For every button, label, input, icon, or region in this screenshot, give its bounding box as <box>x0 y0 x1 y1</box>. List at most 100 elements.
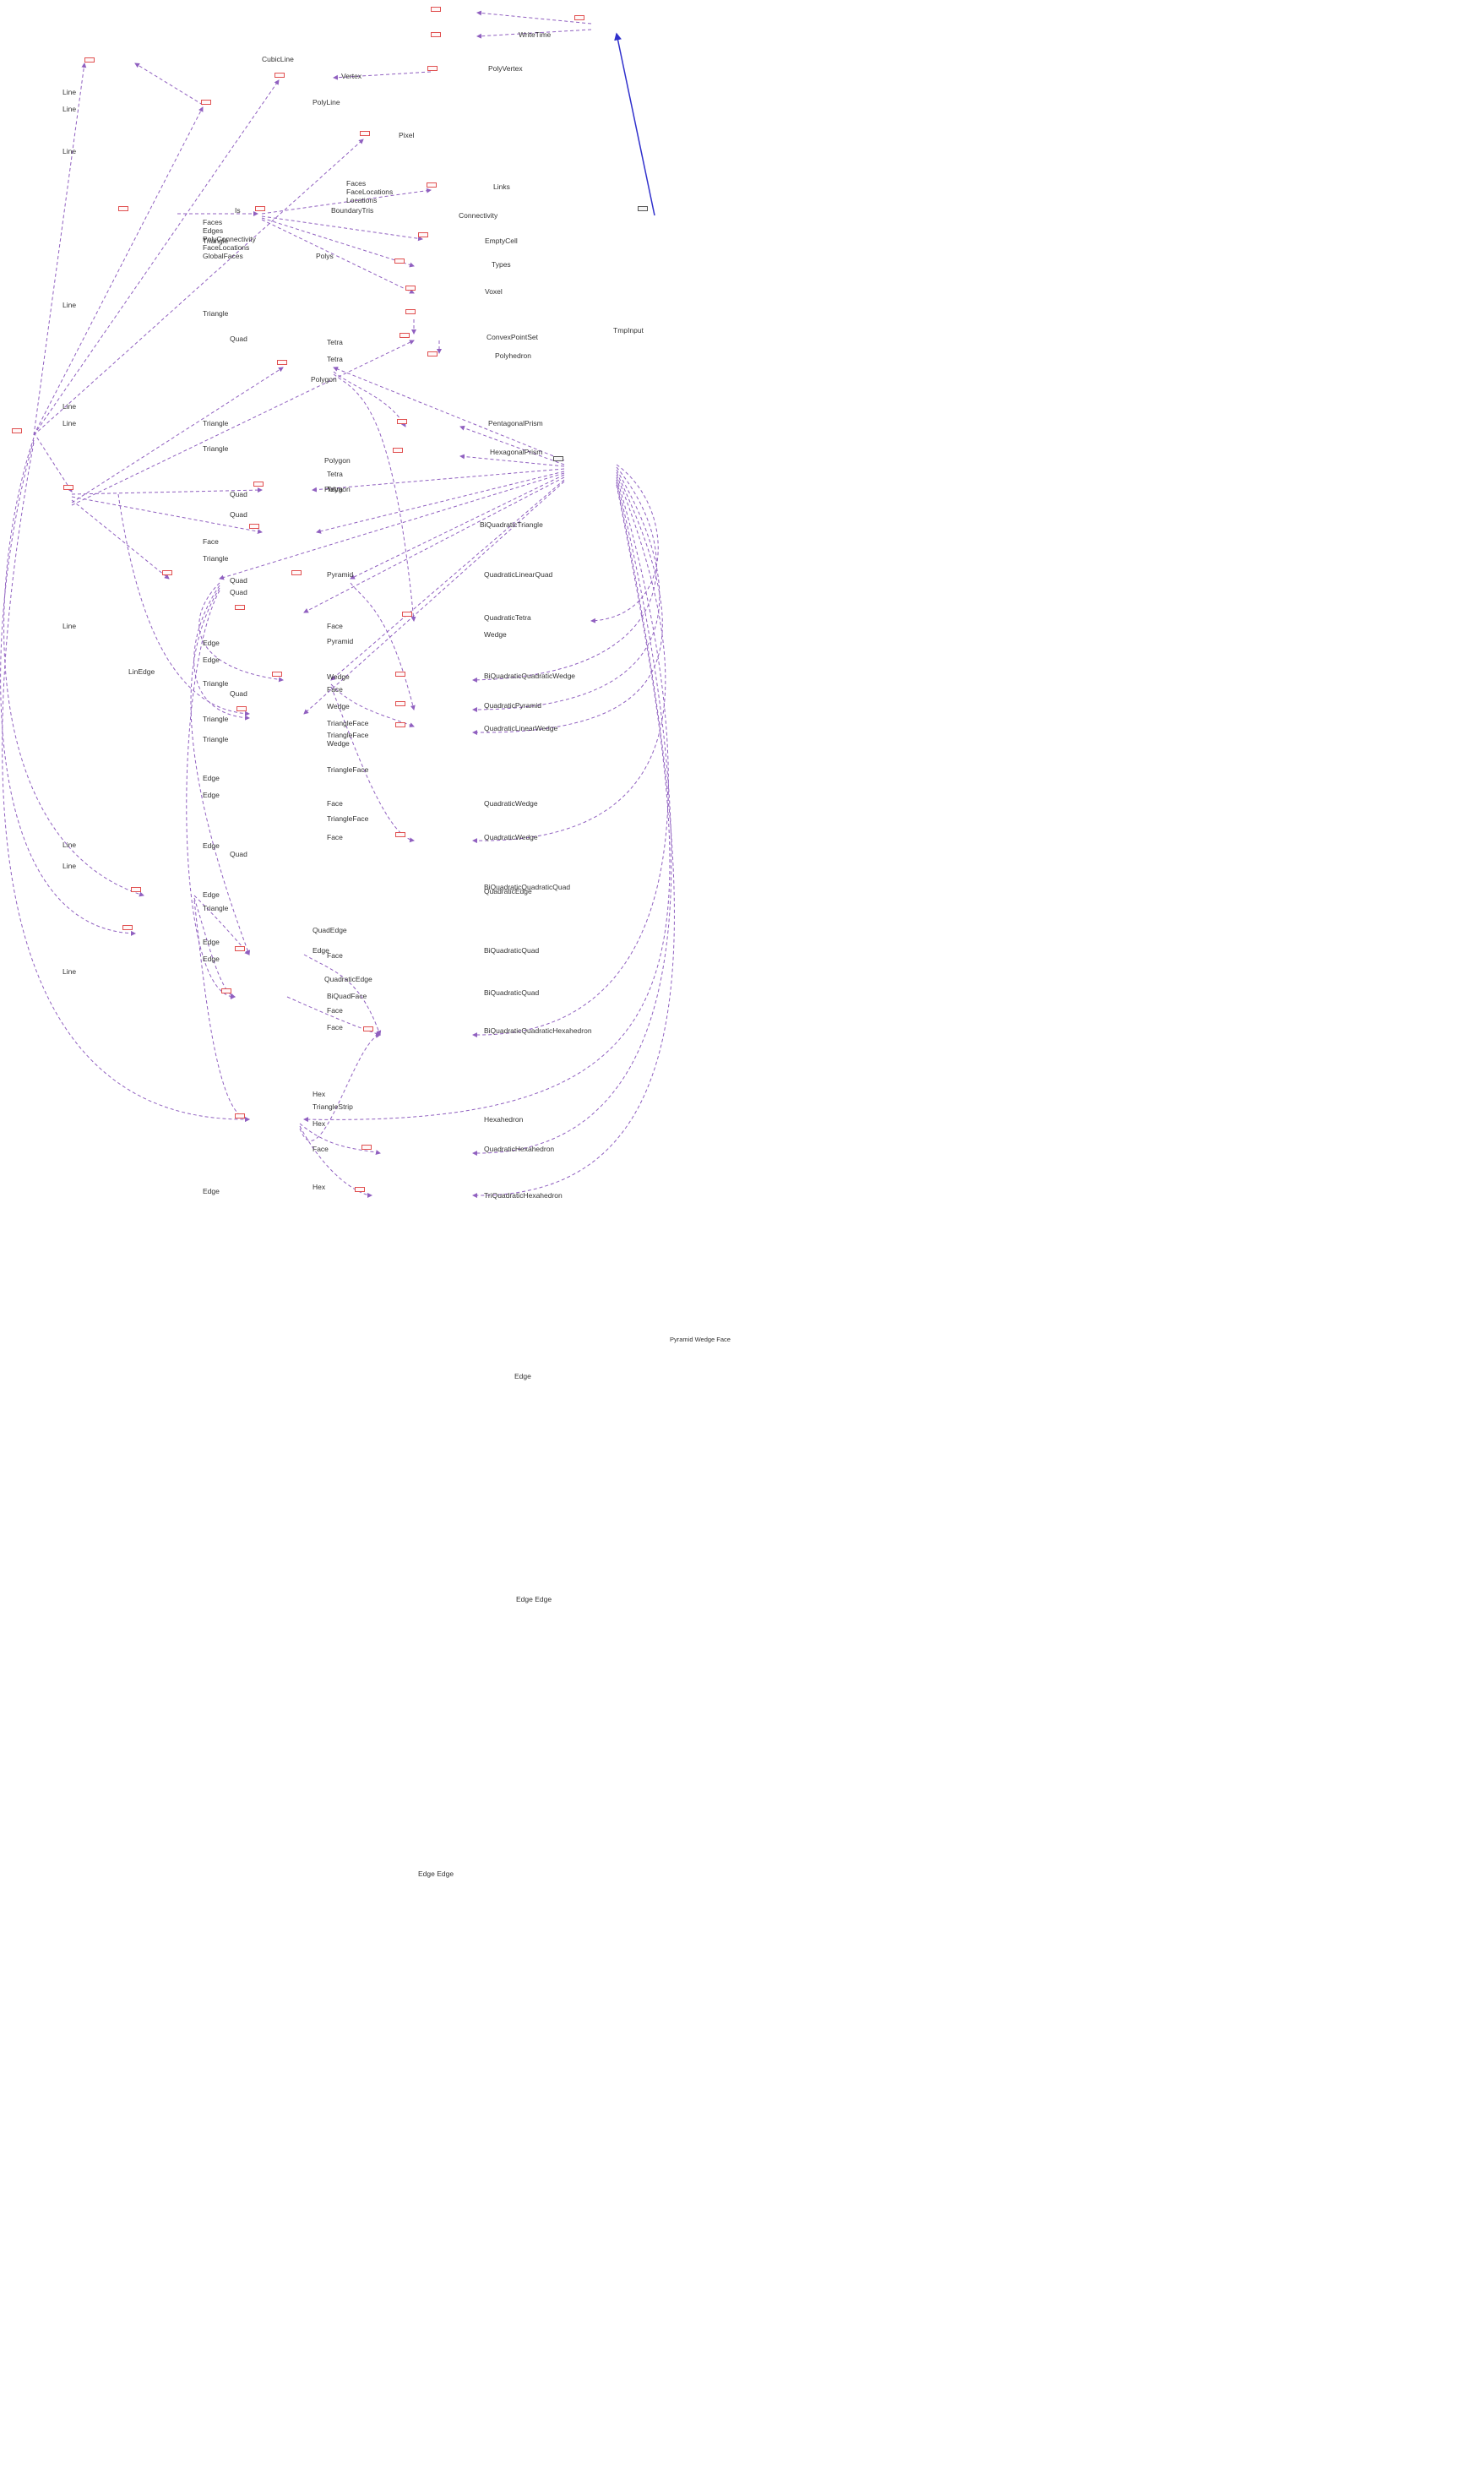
node-vtkWedge <box>272 672 282 677</box>
label-CubicLine: CubicLine <box>262 55 294 63</box>
label-Face3: Face <box>327 685 343 694</box>
label-Tetra1: Tetra <box>327 338 343 346</box>
label-Voxel: Voxel <box>485 287 503 296</box>
label-Edge-Edge2: Edge Edge <box>516 1595 552 1603</box>
node-vtkTriangleStrip <box>122 925 133 930</box>
label-Edges: Edges <box>203 226 223 235</box>
node-vtkQuadraticPyramid <box>395 701 405 706</box>
label-Triangle3: Triangle <box>203 419 228 427</box>
label-Edge10: Edge <box>203 1187 220 1195</box>
node-vtkBiQuadraticQuadraticWedge <box>395 672 405 677</box>
label-Tetra3: Tetra <box>327 470 343 478</box>
label-Wedge2: Wedge <box>327 672 350 681</box>
label-Edge2-detect: Edge <box>514 1372 531 1380</box>
label-Line8: Line <box>63 841 76 849</box>
node-vtkBiQuadraticQuadraticHexahedron <box>363 1026 373 1031</box>
label-BiQuadQuad: BiQuadraticQuad <box>484 988 539 997</box>
label-Line7: Line <box>63 622 76 630</box>
label-Line3: Line <box>63 147 76 155</box>
label-FaceLocations1: FaceLocations <box>346 188 393 196</box>
node-vtkVoxel <box>405 286 416 291</box>
label-QuadHex: QuadraticHexahedron <box>484 1145 554 1153</box>
label-Face8: Face <box>327 1023 343 1031</box>
node-vtkTriangle <box>63 485 73 490</box>
label-Is: Is <box>235 206 241 215</box>
label-Hex2: Hex <box>313 1119 325 1128</box>
node-vtkUnsignedCharArray <box>394 259 405 264</box>
label-Line2: Line <box>63 105 76 113</box>
label-Locations: Locations <box>346 196 377 204</box>
label-Edge7: Edge <box>203 938 220 946</box>
label-Triangle6: Triangle <box>203 679 228 688</box>
label-Triangle7: Triangle <box>203 715 228 723</box>
label-Line10: Line <box>63 967 76 976</box>
node-vtkIdTypeArray <box>118 206 128 211</box>
label-TriangleStrip: TriangleStrip <box>313 1102 353 1111</box>
node-vtkQuadraticTetra <box>402 612 412 617</box>
node-vtkAlgorithm <box>431 7 441 12</box>
label-HexagonalPrism: HexagonalPrism <box>490 448 542 456</box>
label-Edge4: Edge <box>203 791 220 799</box>
label-Tetra2: Tetra <box>327 355 343 363</box>
label-Face4: Face <box>327 799 343 808</box>
label-Face2: Face <box>327 622 343 630</box>
node-vtkHexagonalPrism <box>393 448 403 453</box>
label-Quad7: Quad <box>230 850 247 858</box>
label-Pyramid1: Pyramid <box>327 570 353 579</box>
label-Quad2: Quad <box>230 490 247 498</box>
label-PolyVertex: PolyVertex <box>488 64 523 73</box>
label-Types: Types <box>492 260 511 269</box>
label-BoundaryTris: BoundaryTris <box>331 206 373 215</box>
label-Wedge1: Wedge <box>484 630 507 639</box>
label-Line9: Line <box>63 862 76 870</box>
node-vtkLine <box>12 428 22 433</box>
label-BiQuadQuadWedge: BiQuadraticQuadraticWedge <box>484 672 575 680</box>
label-Face9: Face <box>313 1145 329 1153</box>
label-TriangleFace3: TriangleFace <box>327 814 368 823</box>
node-vtkPolygon <box>253 482 264 487</box>
node-vtkQuadraticLinearWedge <box>395 722 405 727</box>
label-Triangle2: Triangle <box>203 309 228 318</box>
label-Triangle8: Triangle <box>203 735 228 743</box>
label-PolyLine: PolyLine <box>313 98 340 106</box>
node-vtkTetra <box>277 360 287 365</box>
label-Line6: Line <box>63 419 76 427</box>
label-QuadWedge: QuadraticWedge <box>484 833 538 841</box>
label-Quad1: Quad <box>230 335 247 343</box>
label-Vertex: Vertex <box>341 72 361 80</box>
label-LinEdge: LinEdge <box>128 667 155 676</box>
label-TriangleFaceWedge: TriangleFace <box>327 731 368 739</box>
label-Quad5: Quad <box>230 588 247 596</box>
label-Edge3: Edge <box>203 774 220 782</box>
label-Line4: Line <box>63 301 76 309</box>
label-Pixel: Pixel <box>399 131 414 139</box>
node-vtkQuadraticHexahedron <box>361 1145 372 1150</box>
label-Edge-Edge1: Edge Edge <box>418 1870 454 1878</box>
node-vtkQuad <box>162 570 172 575</box>
label-BiQuadQuadHex: BiQuadraticQuadraticHexahedron <box>484 1026 592 1035</box>
label-QuadTetra: QuadraticTetra <box>484 613 531 622</box>
node-vtkCubicLine <box>84 57 95 63</box>
node-vtkPyramid <box>291 570 302 575</box>
label-TmpInput: TmpInput <box>613 326 644 335</box>
node-vtkEmptyCell <box>418 232 428 237</box>
node-vtkPolyVertex <box>427 66 438 71</box>
label-Hexahedron: Hexahedron <box>484 1115 523 1124</box>
label-Triangle4: Triangle <box>203 444 228 453</box>
label-ConvexPointSet: ConvexPointSet <box>487 333 538 341</box>
label-Wedge3: Wedge <box>327 702 350 710</box>
node-vtkPixel <box>360 131 370 136</box>
label-Edge2: Edge <box>203 656 220 664</box>
label-Connectivity: Connectivity <box>459 211 497 220</box>
label-QuadEdge: QuadEdge <box>313 926 347 934</box>
label-Triangle9: Triangle <box>203 904 228 912</box>
label-Quad3: Quad <box>230 510 247 519</box>
node-vtkWriter <box>574 15 584 20</box>
label-Faces1: Faces <box>346 179 366 188</box>
node-vtkPolyhedron <box>427 351 438 356</box>
node-vtkConvexPointSet <box>400 333 410 338</box>
label-Line5: Line <box>63 402 76 411</box>
node-vtkCellArray <box>255 206 265 211</box>
node-vtkBiQuadraticTriangle <box>249 524 259 529</box>
label-Polygon2: Polygon <box>324 456 351 465</box>
